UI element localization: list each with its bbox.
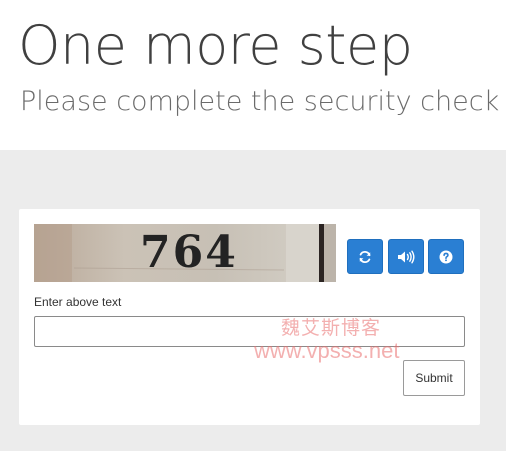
captcha-input-label: Enter above text [34, 295, 122, 309]
captcha-card: 764 Enter above text 魏艾斯博客 www.vpsss.net… [19, 209, 480, 425]
audio-captcha-button[interactable] [388, 239, 424, 274]
speaker-icon [398, 250, 415, 263]
captcha-input[interactable] [34, 316, 465, 347]
page-title: One more step [18, 14, 413, 77]
submit-button[interactable]: Submit [403, 360, 465, 396]
page-header: One more step Please complete the securi… [0, 0, 506, 150]
refresh-captcha-button[interactable] [347, 239, 383, 274]
help-button[interactable] [428, 239, 464, 274]
question-icon [439, 250, 453, 263]
refresh-icon [359, 250, 371, 263]
page-subtitle: Please complete the security check t [20, 86, 506, 117]
captcha-image: 764 [34, 224, 336, 282]
captcha-text: 764 [140, 227, 238, 278]
